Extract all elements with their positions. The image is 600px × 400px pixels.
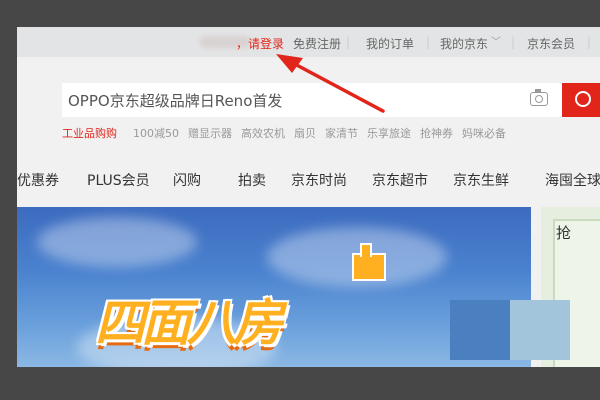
cloud — [37, 217, 197, 267]
nav-item-flash[interactable]: 闪购 — [173, 170, 201, 190]
login-link[interactable]: 请登录 — [248, 35, 284, 52]
nav-item-global[interactable]: 海囤全球 — [545, 170, 600, 190]
search-icon — [575, 91, 591, 107]
divider: | — [346, 35, 351, 49]
hot-word-link[interactable]: 100减50 — [133, 127, 179, 140]
my-jd-link[interactable]: 我的京东 — [440, 35, 488, 52]
divider: | — [587, 35, 592, 49]
hot-word-link[interactable]: 扇贝 — [294, 127, 316, 140]
divider: | — [511, 35, 516, 49]
search-box — [62, 83, 562, 117]
hot-word-link[interactable]: 工业品购购 — [62, 127, 117, 140]
banner-title: 四面八房 — [95, 294, 283, 352]
comma: ， — [236, 37, 249, 51]
nav-item-fashion[interactable]: 京东时尚 — [291, 170, 347, 190]
hot-words: 工业品购购 100减50 赠显示器 高效农机 扇贝 家清节 乐享旅途 抢神券 妈咪必备 — [62, 125, 515, 141]
nav-item-fresh[interactable]: 京东生鲜 — [453, 170, 509, 190]
divider: | — [426, 35, 431, 49]
hot-word-link[interactable]: 家清节 — [325, 127, 358, 140]
my-orders-link[interactable]: 我的订单 — [366, 35, 414, 52]
hot-word-link[interactable]: 抢神券 — [420, 127, 453, 140]
overlay-tile-light — [510, 300, 570, 360]
vip-link[interactable]: 京东会员 — [527, 35, 575, 52]
nav-item-plus[interactable]: PLUS会员 — [87, 170, 150, 190]
camera-icon[interactable] — [530, 89, 548, 106]
nav-item-auction[interactable]: 拍卖 — [238, 170, 266, 190]
search-input[interactable] — [68, 90, 508, 112]
hot-word-link[interactable]: 乐享旅途 — [367, 127, 411, 140]
overlay-tile-dark — [450, 300, 510, 360]
nav-item-supermarket[interactable]: 京东超市 — [372, 170, 428, 190]
hot-word-link[interactable]: 赠显示器 — [188, 127, 232, 140]
building-icon — [352, 243, 386, 281]
side-promo-text: 抢 — [556, 224, 572, 242]
nav-item-coupons[interactable]: 优惠券 — [17, 170, 59, 190]
hot-word-link[interactable]: 高效农机 — [241, 127, 285, 140]
search-button[interactable] — [562, 83, 600, 117]
hot-word-link[interactable]: 妈咪必备 — [462, 127, 506, 140]
register-link[interactable]: 免费注册 — [293, 35, 341, 52]
top-bar: ， 请登录 免费注册 | 我的订单 | 我的京东 ﹀ | 京东会员 | — [17, 27, 600, 57]
chevron-down-icon: ﹀ — [491, 37, 501, 48]
